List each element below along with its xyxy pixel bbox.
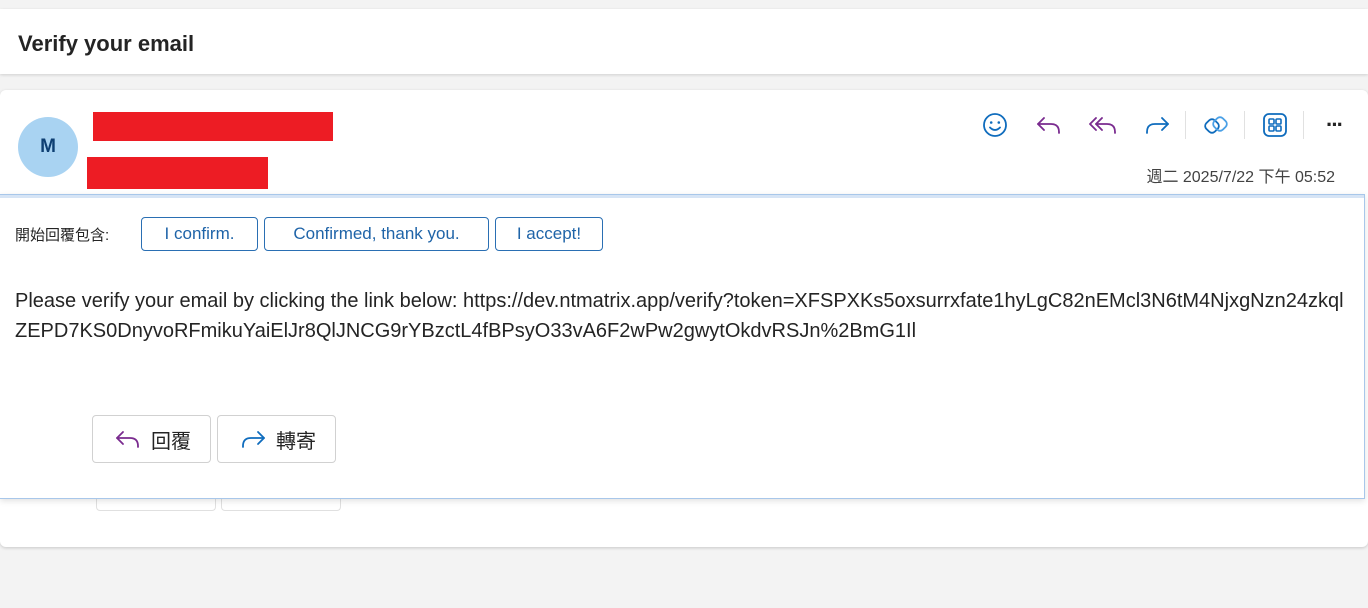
smiley-icon[interactable] [975, 108, 1015, 142]
reply-button[interactable]: 回覆 [92, 415, 211, 463]
suggested-reply-chip[interactable]: I confirm. [141, 217, 258, 251]
apps-icon[interactable] [1255, 108, 1295, 142]
subject-header: Verify your email [0, 9, 1368, 74]
sender-avatar[interactable]: M [18, 117, 78, 177]
email-subject: Verify your email [18, 31, 195, 56]
message-body-panel: 開始回覆包含: I confirm. Confirmed, thank you.… [0, 194, 1365, 499]
forward-button-label: 轉寄 [276, 430, 316, 453]
suggested-reply-chip[interactable]: I accept! [495, 217, 603, 251]
suggested-replies-label: 開始回覆包含: [15, 227, 110, 244]
reply-icon[interactable] [1029, 108, 1069, 142]
forward-button[interactable]: 轉寄 [217, 415, 336, 463]
redacted-recipient [87, 157, 268, 189]
reply-button-label: 回覆 [151, 430, 191, 453]
toolbar-divider [1244, 111, 1245, 139]
toolbar-divider [1185, 111, 1186, 139]
toolbar-divider [1303, 111, 1304, 139]
message-date: 週二 2025/7/22 下午 05:52 [1146, 169, 1335, 186]
copilot-icon[interactable] [1196, 108, 1236, 142]
reply-icon [115, 428, 141, 450]
reply-all-icon[interactable] [1083, 108, 1123, 142]
email-body-text: Please verify your email by clicking the… [15, 290, 1344, 342]
message-toolbar: ··· [975, 108, 1368, 142]
suggested-reply-chip[interactable]: Confirmed, thank you. [264, 217, 489, 251]
redacted-sender-name [93, 112, 333, 141]
forward-icon[interactable] [1137, 108, 1177, 142]
forward-icon [240, 428, 266, 450]
more-options-icon[interactable]: ··· [1314, 108, 1354, 142]
panel-accent-line [0, 195, 1364, 198]
